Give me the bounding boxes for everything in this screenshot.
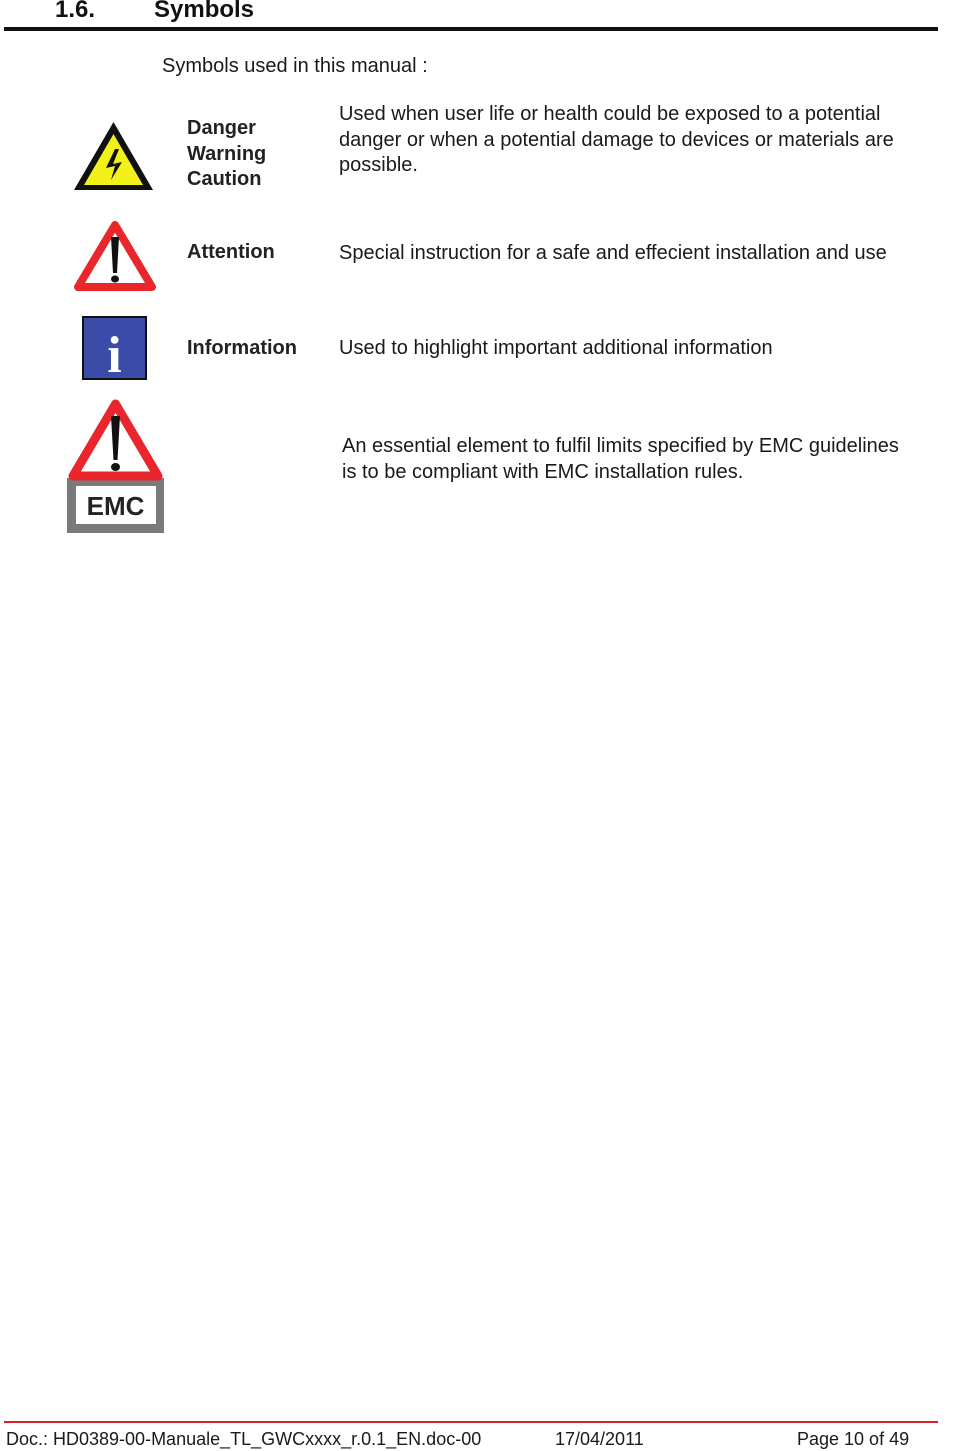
symbol-label-information: Information — [187, 337, 297, 359]
description-line: Used to highlight important additional i… — [339, 337, 773, 359]
section-number: 1.6. — [55, 0, 96, 23]
heading-rule — [4, 27, 938, 31]
symbol-description-information: Used to highlight important additional i… — [339, 336, 773, 362]
information-icon: i — [82, 316, 147, 380]
label-caution: Caution — [187, 168, 262, 190]
symbol-description-attention: Special instruction for a safe and effec… — [339, 241, 887, 267]
footer-date: 17/04/2011 — [555, 1429, 644, 1449]
emc-text: EMC — [87, 491, 145, 521]
label-warning: Warning — [187, 142, 267, 165]
info-glyph: i — [107, 327, 121, 380]
symbol-label-danger: Danger Warning Caution — [187, 116, 266, 193]
symbol-description-emc: An essential element to fulfil limits sp… — [342, 434, 899, 485]
section-title: Symbols — [154, 0, 255, 23]
description-line: Special instruction for a safe and effec… — [339, 242, 887, 264]
description-line: danger or when a potential damage to dev… — [339, 128, 894, 151]
label-danger: Danger — [187, 117, 256, 139]
description-line: is to be compliant with EMC installation… — [342, 460, 744, 483]
footer-page-number: Page 10 of 49 — [797, 1429, 910, 1449]
description-line: Used when user life or health could be e… — [339, 103, 881, 125]
attention-exclamation-icon — [74, 221, 156, 291]
description-line: possible. — [339, 154, 418, 176]
high-voltage-warning-icon — [72, 120, 155, 192]
description-line: An essential element to fulfil limits sp… — [342, 435, 899, 457]
footer-doc-id: Doc.: HD0389-00-Manuale_TL_GWCxxxx_r.0.1… — [6, 1429, 482, 1449]
symbol-description-danger: Used when user life or health could be e… — [339, 102, 894, 179]
footer-rule — [4, 1421, 938, 1423]
symbol-label-attention: Attention — [187, 241, 275, 263]
emc-warning-icon: EMC — [66, 398, 165, 534]
intro-text: Symbols used in this manual : — [162, 55, 428, 77]
